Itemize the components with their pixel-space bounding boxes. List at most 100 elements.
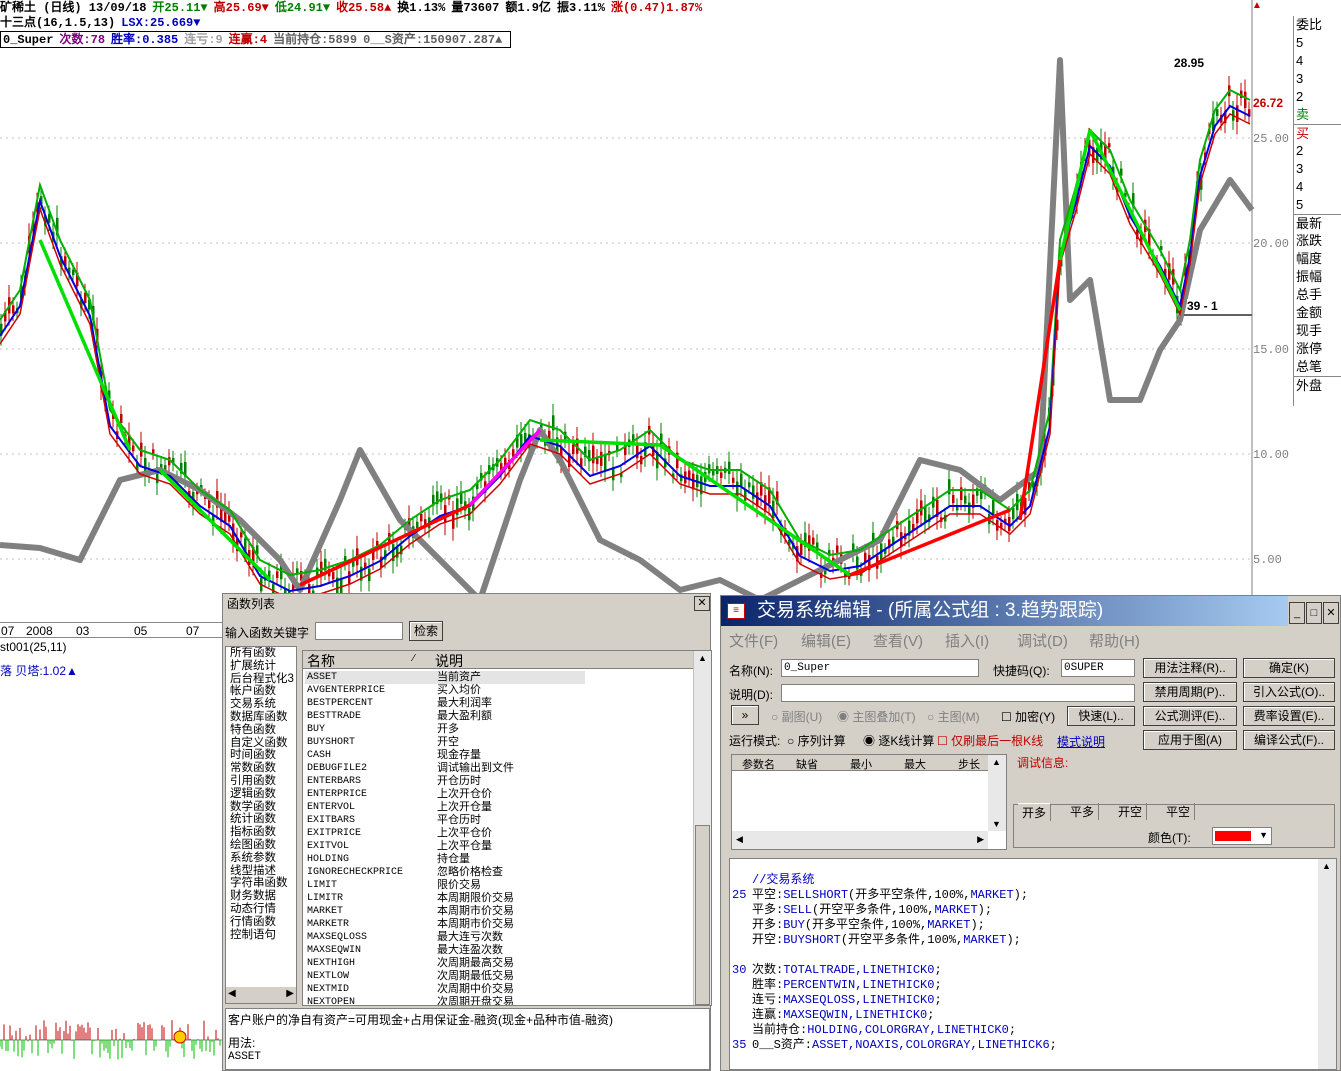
code-line[interactable]: 35 0__S资产:ASSET,NOAXIS,COLORGRAY,LINETHIC… <box>732 1038 1057 1053</box>
usage-notes-button[interactable]: 用法注释(R).. <box>1143 658 1237 678</box>
function-name[interactable]: NEXTHIGH <box>307 957 403 970</box>
code-line[interactable]: //交易系统 <box>732 873 1057 888</box>
menu-item[interactable]: 调试(D) <box>1017 630 1068 651</box>
maximize-icon[interactable]: □ <box>1306 602 1322 624</box>
function-desc[interactable]: 当前资产 <box>437 671 514 684</box>
code-line[interactable]: 25 平空:SELLSHORT(开多平空条件,100%,MARKET); <box>732 888 1057 903</box>
function-desc[interactable]: 上次开仓价 <box>437 788 514 801</box>
function-desc[interactable]: 次周期最高交易 <box>437 957 514 970</box>
close-icon[interactable]: ✕ <box>694 596 710 611</box>
menu-item[interactable]: 插入(I) <box>945 630 989 651</box>
function-table[interactable]: 名称 ∕ 说明 ASSET AVGENTERPRICE BESTPERCENT BES… <box>302 650 712 1006</box>
category-item[interactable]: 后台程式化3 <box>230 673 296 686</box>
function-desc[interactable]: 买入均价 <box>437 684 514 697</box>
function-desc[interactable]: 上次平仓价 <box>437 827 514 840</box>
function-desc[interactable]: 开多 <box>437 723 514 736</box>
category-item[interactable]: 帐户函数 <box>230 685 296 698</box>
function-name[interactable]: DEBUGFILE2 <box>307 762 403 775</box>
function-name[interactable]: MARKET <box>307 905 403 918</box>
opt-main-overlay[interactable]: ◉ 主图叠加(T) <box>837 708 916 725</box>
category-item[interactable]: 财务数据 <box>230 890 296 903</box>
function-name[interactable]: HOLDING <box>307 853 403 866</box>
function-desc[interactable]: 最大连亏次数 <box>437 931 514 944</box>
horizontal-scrollbar[interactable]: ◀ ▶ <box>226 987 296 1003</box>
signal-tab[interactable]: 平多 <box>1066 803 1100 820</box>
vertical-scrollbar[interactable]: ▲ <box>693 651 711 1005</box>
code-line[interactable]: 开多:BUY(开多平空条件,100%,MARKET); <box>732 918 1057 933</box>
param-table[interactable]: 参数名 缺省 最小 最大 步长 ▲ ▼ ◀ ▶ <box>731 754 1007 850</box>
function-desc[interactable]: 开空 <box>437 736 514 749</box>
ok-button[interactable]: 确定(K) <box>1243 658 1335 678</box>
function-desc[interactable]: 最大利润率 <box>437 697 514 710</box>
category-item[interactable]: 自定义函数 <box>230 737 296 750</box>
encrypt-checkbox[interactable]: ☐ 加密(Y) <box>1001 708 1055 725</box>
function-desc[interactable]: 平仓历时 <box>437 814 514 827</box>
category-item[interactable]: 系统参数 <box>230 852 296 865</box>
signal-tabs[interactable]: 开多 平多 开空 平空 颜色(T): ▼ <box>1013 803 1335 848</box>
col-name-header[interactable]: 名称 <box>307 651 335 671</box>
code-vscroll[interactable]: ▲ <box>1318 859 1336 1069</box>
code-line[interactable] <box>732 948 1057 963</box>
menu-bar[interactable]: 文件(F) 编辑(E) 查看(V) 插入(I) 调试(D) 帮助(H) <box>721 628 1341 650</box>
function-name[interactable]: BESTTRADE <box>307 710 403 723</box>
function-desc[interactable]: 次周期开盘交易 <box>437 996 514 1005</box>
function-desc[interactable]: 开仓历时 <box>437 775 514 788</box>
function-name[interactable]: LIMITR <box>307 892 403 905</box>
fee-settings-button[interactable]: 费率设置(E).. <box>1243 706 1335 726</box>
category-item[interactable]: 引用函数 <box>230 775 296 788</box>
category-item[interactable]: 特色函数 <box>230 724 296 737</box>
function-desc[interactable]: 本周期市价交易 <box>437 918 514 931</box>
function-desc[interactable]: 次周期中价交易 <box>437 983 514 996</box>
category-item[interactable]: 绘图函数 <box>230 839 296 852</box>
function-name[interactable]: EXITPRICE <box>307 827 403 840</box>
code-line[interactable]: 平多:SELL(开空平多条件,100%,MARKET); <box>732 903 1057 918</box>
expand-button[interactable]: » <box>731 705 759 725</box>
desc-input[interactable] <box>781 684 1135 702</box>
col-desc-header[interactable]: 说明 <box>435 651 463 671</box>
function-name[interactable]: BUYSHORT <box>307 736 403 749</box>
param-hscroll[interactable]: ◀ ▶ <box>732 831 988 849</box>
run-sequence-radio[interactable]: ○ 序列计算 <box>787 732 846 749</box>
compile-formula-button[interactable]: 编译公式(F).. <box>1243 730 1335 750</box>
category-item[interactable]: 扩展统计 <box>230 660 296 673</box>
search-button[interactable]: 检索 <box>409 621 443 641</box>
category-item[interactable]: 控制语句 <box>230 929 296 942</box>
function-desc[interactable]: 限价交易 <box>437 879 514 892</box>
shortcut-input[interactable]: 0SUPER <box>1061 659 1135 677</box>
function-name[interactable]: ENTERPRICE <box>307 788 403 801</box>
function-name[interactable]: NEXTOPEN <box>307 996 403 1005</box>
category-item[interactable]: 线型描述 <box>230 865 296 878</box>
function-desc[interactable]: 本周期限价交易 <box>437 892 514 905</box>
category-item[interactable]: 动态行情 <box>230 903 296 916</box>
function-name[interactable]: CASH <box>307 749 403 762</box>
function-name[interactable]: MAXSEQLOSS <box>307 931 403 944</box>
function-name[interactable]: MARKETR <box>307 918 403 931</box>
menu-item[interactable]: 帮助(H) <box>1089 630 1140 651</box>
function-desc[interactable]: 本周期市价交易 <box>437 905 514 918</box>
function-name[interactable]: EXITVOL <box>307 840 403 853</box>
signal-tab[interactable]: 平空 <box>1162 803 1196 820</box>
category-item[interactable]: 逻辑函数 <box>230 788 296 801</box>
close-icon[interactable]: ✕ <box>1323 602 1339 624</box>
function-name[interactable]: BUY <box>307 723 403 736</box>
quick-button[interactable]: 快速(L).. <box>1067 706 1135 726</box>
function-name[interactable]: ENTERBARS <box>307 775 403 788</box>
apply-to-chart-button[interactable]: 应用于图(A) <box>1143 730 1237 750</box>
category-item[interactable]: 所有函数 <box>230 647 296 660</box>
code-editor[interactable]: //交易系统 25 平空:SELLSHORT(开多平空条件,100%,MARKET)… <box>729 858 1337 1070</box>
disable-period-button[interactable]: 禁用周期(P).. <box>1143 682 1237 702</box>
menu-item[interactable]: 编辑(E) <box>801 630 851 651</box>
signal-tab[interactable]: 开多 <box>1018 803 1052 821</box>
function-name[interactable]: IGNORECHECKPRICE <box>307 866 403 879</box>
name-input[interactable]: 0_Super <box>781 659 979 677</box>
opt-sub-chart[interactable]: ○ 副图(U) <box>771 708 822 725</box>
code-line[interactable]: 连亏:MAXSEQLOSS,LINETHICK0; <box>732 993 1057 1008</box>
code-line[interactable]: 开空:BUYSHORT(开空平多条件,100%,MARKET); <box>732 933 1057 948</box>
code-line[interactable]: 连赢:MAXSEQWIN,LINETHICK0; <box>732 1008 1057 1023</box>
function-desc[interactable]: 现金存量 <box>437 749 514 762</box>
category-item[interactable]: 交易系统 <box>230 698 296 711</box>
category-item[interactable]: 数据库函数 <box>230 711 296 724</box>
function-name[interactable]: MAXSEQWIN <box>307 944 403 957</box>
opt-main-chart[interactable]: ○ 主图(M) <box>927 708 980 725</box>
trading-system-editor-window[interactable]: 交易系统编辑 - (所属公式组 : 3.趋势跟踪) ≡ _ □ ✕ 文件(F) 编… <box>720 595 1341 1071</box>
